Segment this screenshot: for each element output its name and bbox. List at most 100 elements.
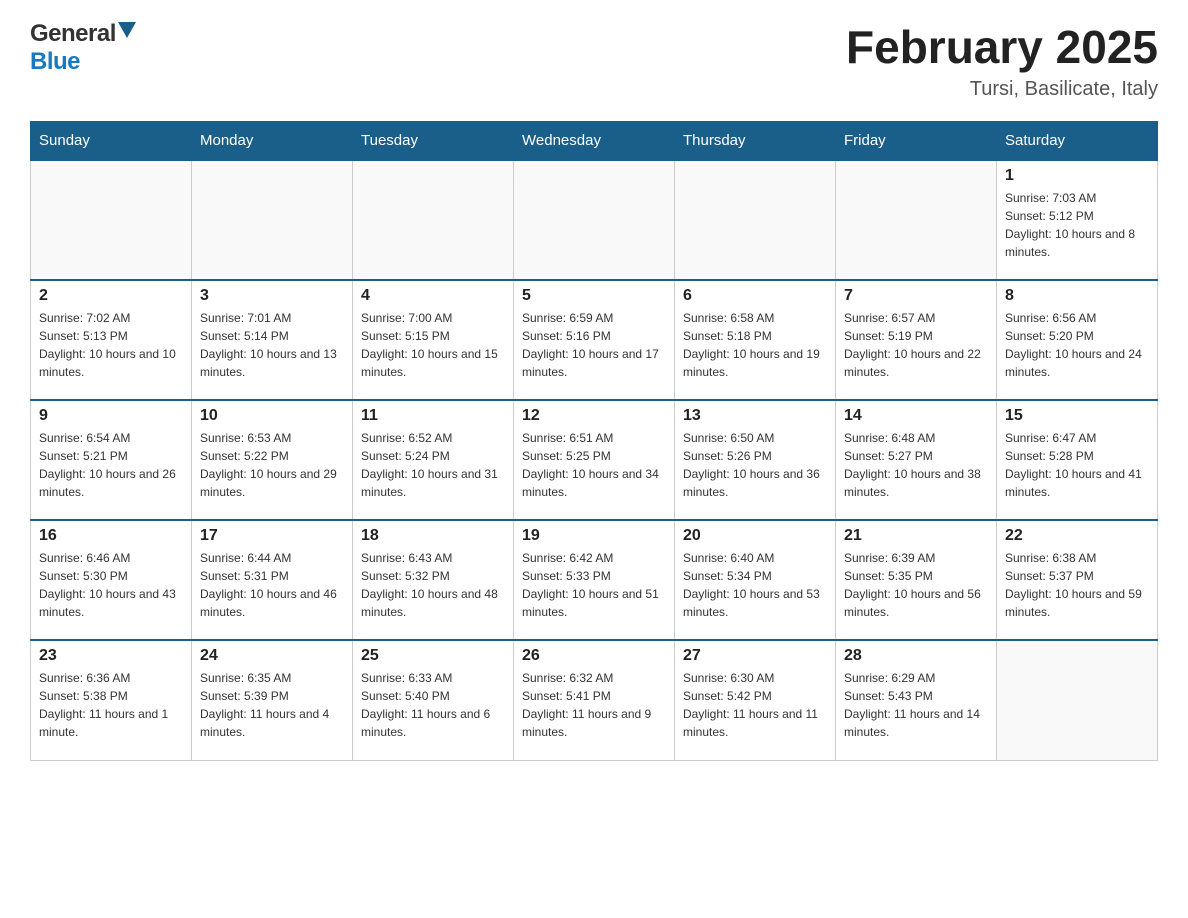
day-number: 24 [200, 647, 344, 665]
calendar-cell: 27Sunrise: 6:30 AMSunset: 5:42 PMDayligh… [675, 640, 836, 760]
day-info: Sunrise: 6:50 AMSunset: 5:26 PMDaylight:… [683, 429, 827, 501]
calendar-cell: 11 Sunrise: 6:52 AMSunset: 5:24 PMDayligh… [353, 400, 514, 520]
day-number: 12 [522, 407, 666, 425]
calendar-week-row: 9 Sunrise: 6:54 AMSunset: 5:21 PMDaylight… [31, 400, 1158, 520]
header-wednesday: Wednesday [514, 122, 675, 161]
logo-arrow-icon [118, 22, 136, 43]
calendar-cell: 4Sunrise: 7:00 AMSunset: 5:15 PMDaylight… [353, 280, 514, 400]
day-number: 19 [522, 527, 666, 545]
calendar-cell: 17 Sunrise: 6:44 AMSunset: 5:31 PMDayligh… [192, 520, 353, 640]
day-number: 20 [683, 527, 827, 545]
calendar-cell: 1 Sunrise: 7:03 AMSunset: 5:12 PMDaylight… [997, 160, 1158, 280]
calendar-cell: 2 Sunrise: 7:02 AMSunset: 5:13 PMDaylight… [31, 280, 192, 400]
day-info: Sunrise: 6:30 AMSunset: 5:42 PMDaylight:… [683, 669, 827, 741]
day-info: Sunrise: 6:57 AMSunset: 5:19 PMDaylight:… [844, 309, 988, 381]
header-monday: Monday [192, 122, 353, 161]
calendar-cell: 9 Sunrise: 6:54 AMSunset: 5:21 PMDaylight… [31, 400, 192, 520]
calendar-week-row: 23 Sunrise: 6:36 AMSunset: 5:38 PMDayligh… [31, 640, 1158, 760]
day-info: Sunrise: 6:39 AMSunset: 5:35 PMDaylight:… [844, 549, 988, 621]
day-info: Sunrise: 6:32 AMSunset: 5:41 PMDaylight:… [522, 669, 666, 741]
calendar-body: 1 Sunrise: 7:03 AMSunset: 5:12 PMDaylight… [31, 160, 1158, 760]
day-number: 23 [39, 647, 183, 665]
calendar-table: Sunday Monday Tuesday Wednesday Thursday… [30, 121, 1158, 761]
day-info: Sunrise: 6:40 AMSunset: 5:34 PMDaylight:… [683, 549, 827, 621]
day-number: 21 [844, 527, 988, 545]
day-number: 6 [683, 287, 827, 305]
calendar-cell [997, 640, 1158, 760]
logo: General Blue [30, 20, 136, 76]
calendar-cell: 6 Sunrise: 6:58 AMSunset: 5:18 PMDaylight… [675, 280, 836, 400]
header-sunday: Sunday [31, 122, 192, 161]
header-saturday: Saturday [997, 122, 1158, 161]
calendar-header: Sunday Monday Tuesday Wednesday Thursday… [31, 122, 1158, 161]
day-info: Sunrise: 6:36 AMSunset: 5:38 PMDaylight:… [39, 669, 183, 741]
calendar-cell [353, 160, 514, 280]
calendar-cell: 13 Sunrise: 6:50 AMSunset: 5:26 PMDayligh… [675, 400, 836, 520]
calendar-week-row: 1 Sunrise: 7:03 AMSunset: 5:12 PMDaylight… [31, 160, 1158, 280]
calendar-cell: 22 Sunrise: 6:38 AMSunset: 5:37 PMDayligh… [997, 520, 1158, 640]
day-number: 13 [683, 407, 827, 425]
calendar-cell: 23 Sunrise: 6:36 AMSunset: 5:38 PMDayligh… [31, 640, 192, 760]
day-info: Sunrise: 6:44 AMSunset: 5:31 PMDaylight:… [200, 549, 344, 621]
day-info: Sunrise: 6:59 AMSunset: 5:16 PMDaylight:… [522, 309, 666, 381]
day-info: Sunrise: 7:02 AMSunset: 5:13 PMDaylight:… [39, 309, 183, 381]
day-number: 2 [39, 287, 183, 305]
day-number: 11 [361, 407, 505, 425]
day-info: Sunrise: 6:53 AMSunset: 5:22 PMDaylight:… [200, 429, 344, 501]
header-friday: Friday [836, 122, 997, 161]
day-info: Sunrise: 6:56 AMSunset: 5:20 PMDaylight:… [1005, 309, 1149, 381]
day-number: 16 [39, 527, 183, 545]
calendar-cell [675, 160, 836, 280]
day-info: Sunrise: 6:54 AMSunset: 5:21 PMDaylight:… [39, 429, 183, 501]
day-number: 5 [522, 287, 666, 305]
page-title: February 2025 [846, 20, 1158, 74]
day-info: Sunrise: 6:38 AMSunset: 5:37 PMDaylight:… [1005, 549, 1149, 621]
calendar-cell: 12 Sunrise: 6:51 AMSunset: 5:25 PMDayligh… [514, 400, 675, 520]
title-block: February 2025 Tursi, Basilicate, Italy [846, 20, 1158, 101]
page-header: General Blue February 2025 Tursi, Basili… [30, 20, 1158, 101]
day-number: 17 [200, 527, 344, 545]
day-number: 1 [1005, 167, 1149, 185]
day-info: Sunrise: 7:03 AMSunset: 5:12 PMDaylight:… [1005, 189, 1149, 261]
calendar-cell [836, 160, 997, 280]
calendar-cell: 25 Sunrise: 6:33 AMSunset: 5:40 PMDayligh… [353, 640, 514, 760]
day-info: Sunrise: 6:35 AMSunset: 5:39 PMDaylight:… [200, 669, 344, 741]
day-info: Sunrise: 6:52 AMSunset: 5:24 PMDaylight:… [361, 429, 505, 501]
logo-blue-text: Blue [30, 48, 80, 75]
calendar-cell: 14Sunrise: 6:48 AMSunset: 5:27 PMDayligh… [836, 400, 997, 520]
day-info: Sunrise: 6:51 AMSunset: 5:25 PMDaylight:… [522, 429, 666, 501]
day-info: Sunrise: 6:42 AMSunset: 5:33 PMDaylight:… [522, 549, 666, 621]
day-number: 8 [1005, 287, 1149, 305]
day-number: 3 [200, 287, 344, 305]
day-number: 22 [1005, 527, 1149, 545]
calendar-cell: 10 Sunrise: 6:53 AMSunset: 5:22 PMDayligh… [192, 400, 353, 520]
calendar-cell: 7Sunrise: 6:57 AMSunset: 5:19 PMDaylight… [836, 280, 997, 400]
calendar-cell: 19 Sunrise: 6:42 AMSunset: 5:33 PMDayligh… [514, 520, 675, 640]
day-info: Sunrise: 6:58 AMSunset: 5:18 PMDaylight:… [683, 309, 827, 381]
day-info: Sunrise: 6:43 AMSunset: 5:32 PMDaylight:… [361, 549, 505, 621]
calendar-cell: 28 Sunrise: 6:29 AMSunset: 5:43 PMDayligh… [836, 640, 997, 760]
day-number: 10 [200, 407, 344, 425]
calendar-week-row: 2 Sunrise: 7:02 AMSunset: 5:13 PMDaylight… [31, 280, 1158, 400]
day-info: Sunrise: 7:00 AMSunset: 5:15 PMDaylight:… [361, 309, 505, 381]
day-info: Sunrise: 6:48 AMSunset: 5:27 PMDaylight:… [844, 429, 988, 501]
calendar-cell: 26Sunrise: 6:32 AMSunset: 5:41 PMDayligh… [514, 640, 675, 760]
calendar-cell: 21 Sunrise: 6:39 AMSunset: 5:35 PMDayligh… [836, 520, 997, 640]
calendar-cell [192, 160, 353, 280]
calendar-cell: 20 Sunrise: 6:40 AMSunset: 5:34 PMDayligh… [675, 520, 836, 640]
calendar-cell: 8 Sunrise: 6:56 AMSunset: 5:20 PMDaylight… [997, 280, 1158, 400]
calendar-cell: 5 Sunrise: 6:59 AMSunset: 5:16 PMDaylight… [514, 280, 675, 400]
calendar-cell: 3Sunrise: 7:01 AMSunset: 5:14 PMDaylight… [192, 280, 353, 400]
calendar-cell: 18 Sunrise: 6:43 AMSunset: 5:32 PMDayligh… [353, 520, 514, 640]
day-info: Sunrise: 6:29 AMSunset: 5:43 PMDaylight:… [844, 669, 988, 741]
calendar-cell [31, 160, 192, 280]
day-number: 25 [361, 647, 505, 665]
day-number: 28 [844, 647, 988, 665]
day-info: Sunrise: 6:33 AMSunset: 5:40 PMDaylight:… [361, 669, 505, 741]
day-number: 9 [39, 407, 183, 425]
calendar-cell: 24 Sunrise: 6:35 AMSunset: 5:39 PMDayligh… [192, 640, 353, 760]
day-info: Sunrise: 6:46 AMSunset: 5:30 PMDaylight:… [39, 549, 183, 621]
day-number: 18 [361, 527, 505, 545]
weekday-header-row: Sunday Monday Tuesday Wednesday Thursday… [31, 122, 1158, 161]
day-number: 15 [1005, 407, 1149, 425]
